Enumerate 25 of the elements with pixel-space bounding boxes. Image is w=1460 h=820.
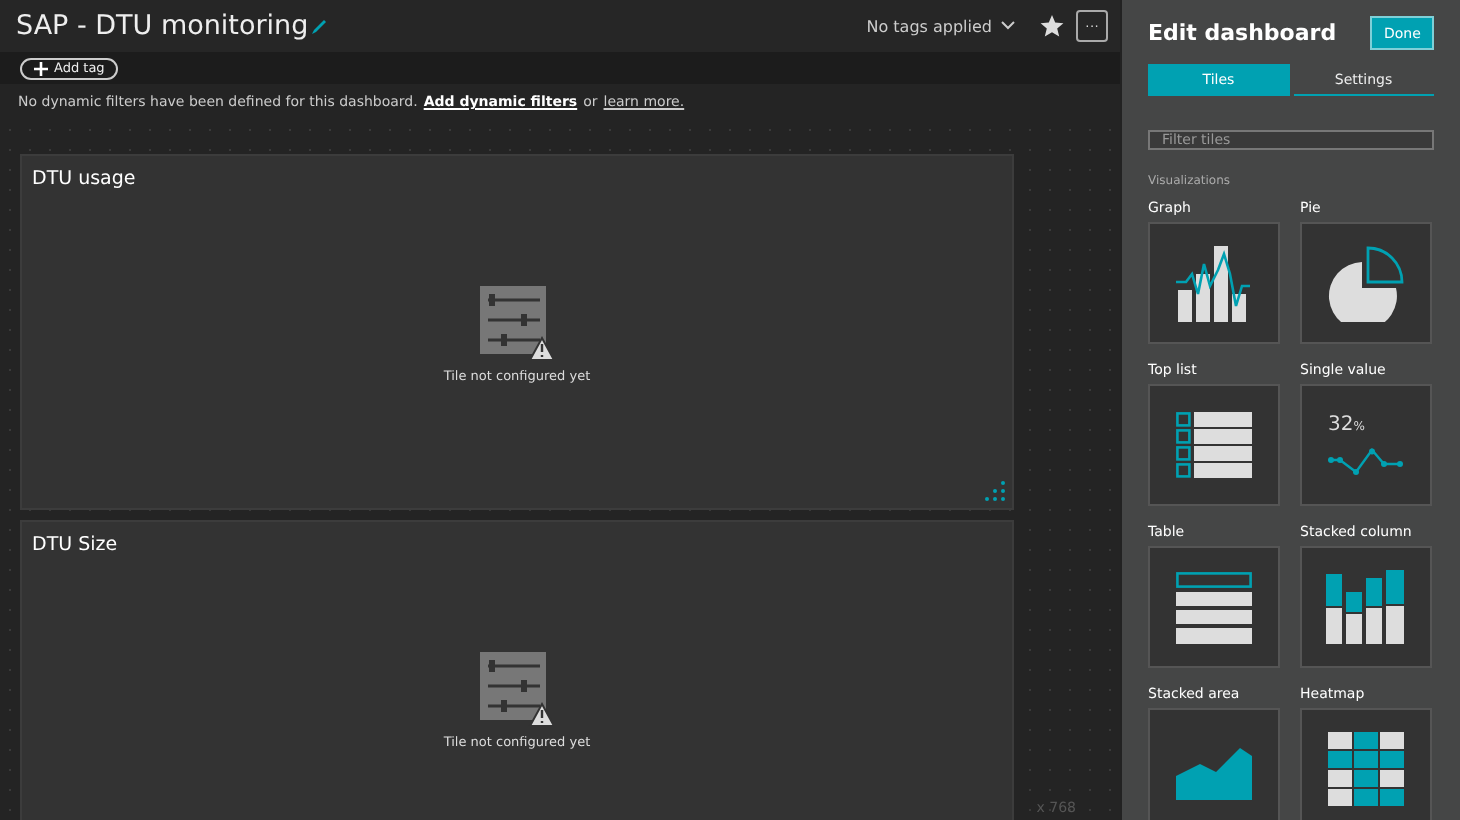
visualization-card[interactable]	[1148, 546, 1280, 668]
visualization-card[interactable]	[1300, 222, 1432, 344]
visualization-card[interactable]	[1300, 708, 1432, 820]
visualization-card[interactable]	[1148, 708, 1280, 820]
heatmap-icon	[1328, 731, 1404, 807]
pie-chart-icon	[1328, 245, 1404, 321]
panel-title: Edit dashboard	[1148, 20, 1337, 46]
visualization-card[interactable]	[1300, 546, 1432, 668]
tile-title: DTU Size	[30, 532, 120, 560]
visualization-card[interactable]	[1148, 222, 1280, 344]
plus-icon	[34, 61, 48, 75]
visualization-card[interactable]	[1148, 384, 1280, 506]
unconfigured-icon	[480, 652, 554, 726]
pencil-icon[interactable]	[310, 17, 329, 35]
graph-chart-icon	[1176, 245, 1252, 321]
table-icon	[1176, 571, 1252, 643]
top-list-icon	[1176, 411, 1252, 479]
stacked-column-icon	[1326, 570, 1406, 644]
chevron-down-icon	[1000, 20, 1016, 32]
resize-handle-icon[interactable]	[984, 480, 1006, 502]
tile-title: DTU usage	[30, 166, 138, 194]
unconfigured-icon	[480, 286, 554, 360]
tags-dropdown[interactable]: No tags applied	[854, 15, 1028, 37]
dashboard-title: SAP - DTU monitoring	[16, 10, 309, 42]
star-icon[interactable]	[1040, 14, 1064, 38]
